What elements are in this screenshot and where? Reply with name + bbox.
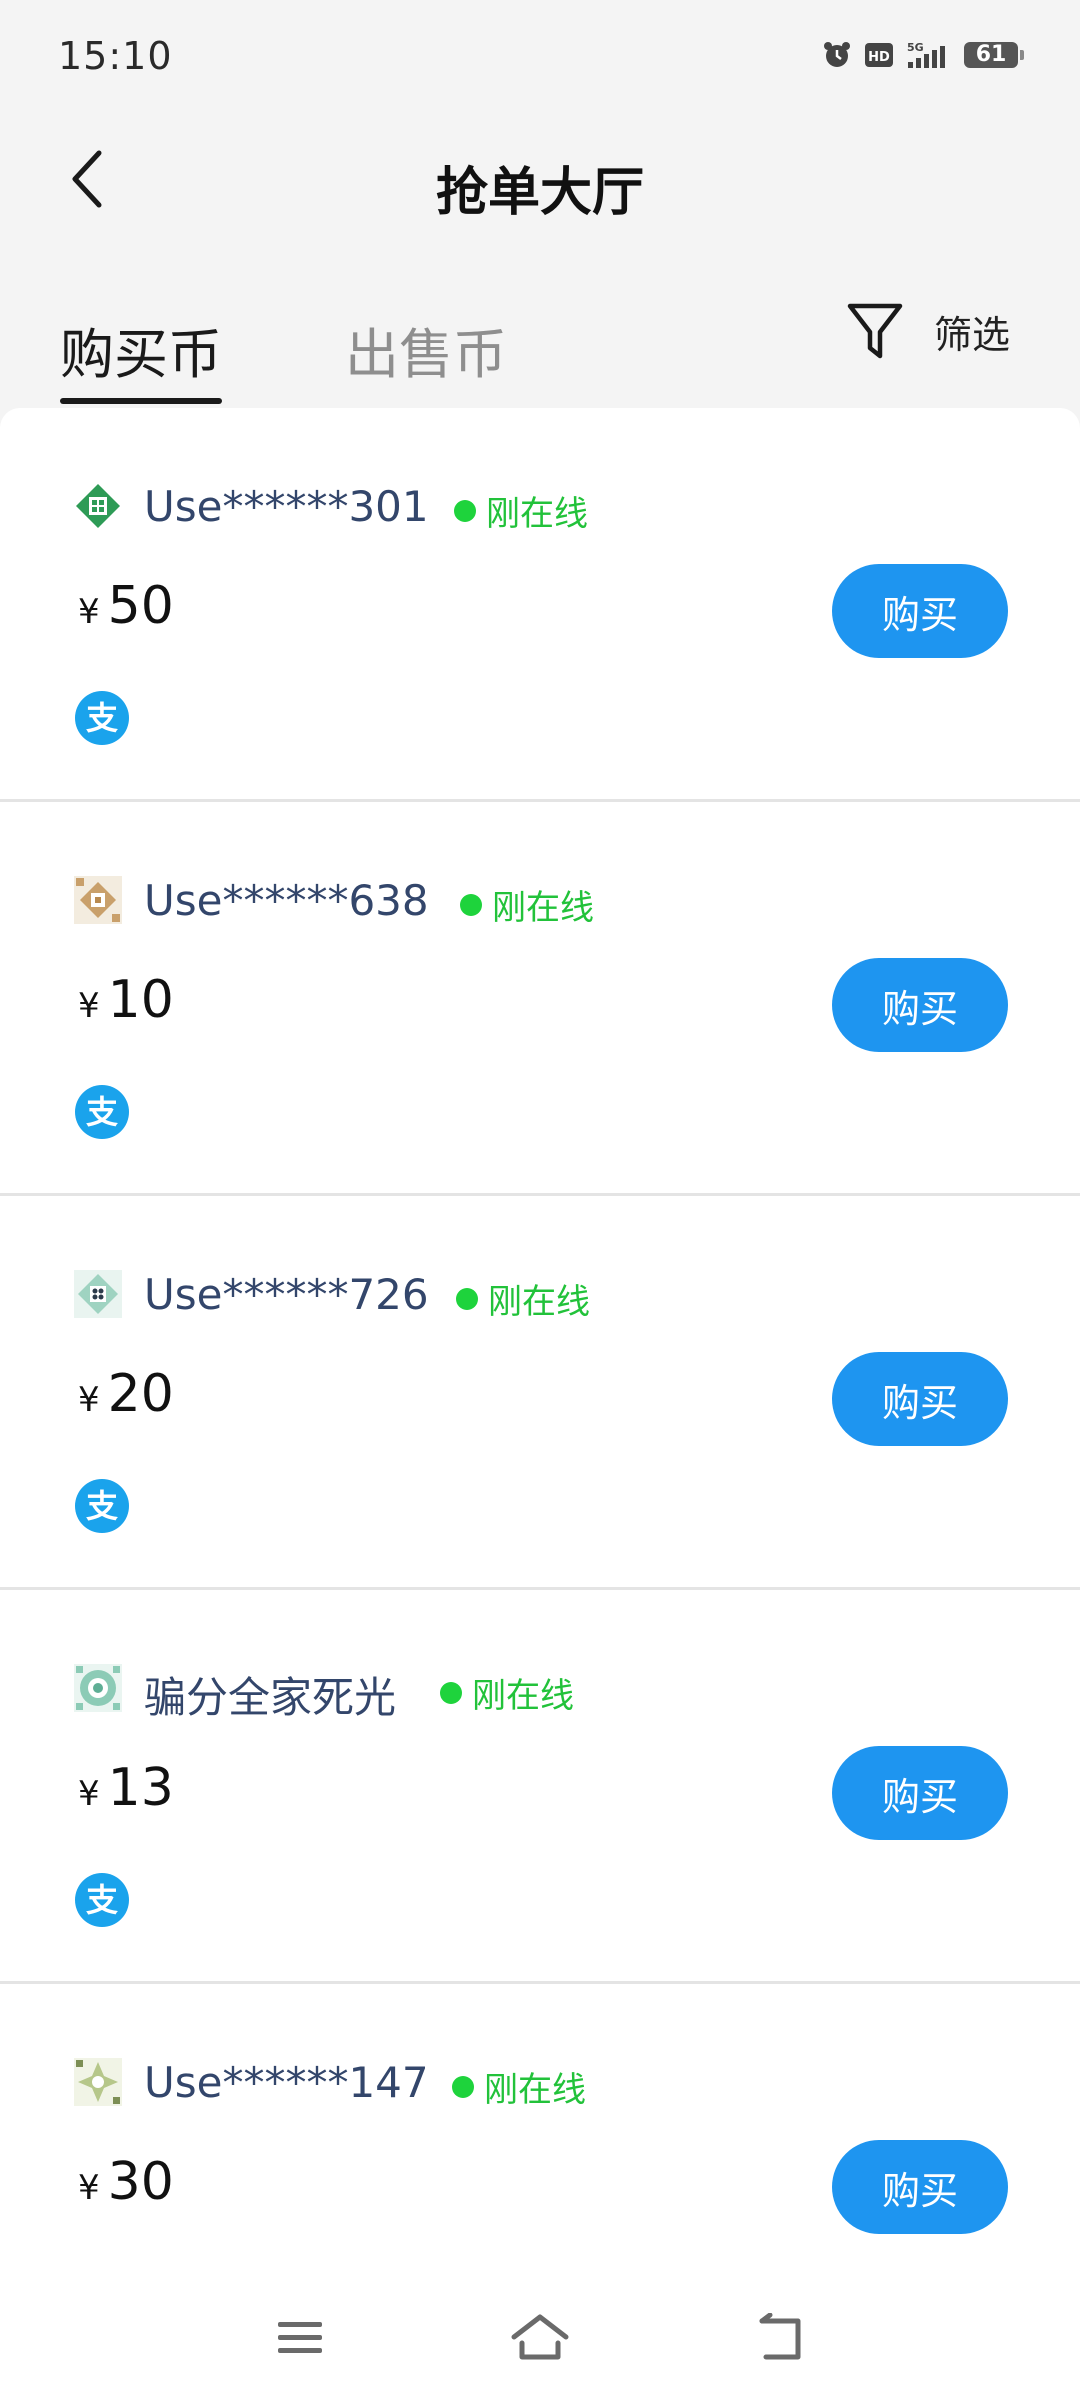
currency-symbol: ¥ [78,986,100,1026]
username: Use******638 [144,876,429,925]
online-status-label: 刚在线 [488,1282,590,1322]
price: ¥ 13 [78,1758,174,1818]
online-dot [454,499,476,522]
alipay-icon: 支 [75,1085,129,1139]
price-amount: 50 [107,576,174,636]
buy-button[interactable]: 购买 [832,1352,1008,1446]
online-status: 刚在线 [460,880,594,929]
battery-indicator: 61 [964,42,1024,68]
alipay-icon: 支 [75,1479,129,1533]
online-status: 刚在线 [452,2062,586,2111]
currency-symbol: ¥ [78,592,100,632]
system-nav-bar [0,2270,1080,2400]
svg-text:HD: HD [868,50,890,65]
order-card: Use******301 刚在线 ¥ 50 支 购买 [0,408,1080,802]
nav-back-button[interactable] [748,2310,812,2366]
order-list: Use******301 刚在线 ¥ 50 支 购买 Use******638 … [0,408,1080,2378]
online-status-label: 刚在线 [484,2070,586,2110]
menu-button[interactable] [268,2310,332,2366]
menu-icon [278,2322,322,2353]
currency-symbol: ¥ [78,1380,100,1420]
online-status: 刚在线 [456,1274,590,1323]
status-bar: 15:10 HD 5G 61 [0,0,1080,110]
svg-text:支: 支 [86,1487,118,1525]
buy-button[interactable]: 购买 [832,1746,1008,1840]
order-card: Use******638 刚在线 ¥ 10 支 购买 [0,802,1080,1196]
svg-text:5G: 5G [907,41,924,54]
status-icons: HD 5G 61 [822,40,1024,70]
hd-icon: HD [864,41,894,69]
price-amount: 10 [107,970,174,1030]
svg-text:支: 支 [86,699,118,737]
online-status: 刚在线 [454,486,588,535]
svg-text:支: 支 [86,1881,118,1919]
online-dot [456,1287,478,1310]
price: ¥ 10 [78,970,174,1030]
avatar [74,2058,122,2106]
alarm-icon [822,40,852,70]
svg-text:支: 支 [86,1093,118,1131]
home-icon [511,2314,569,2360]
username: 骗分全家死光 [144,1673,397,1722]
avatar [74,876,122,924]
avatar [74,1664,122,1712]
online-dot [440,1681,462,1704]
signal-5g-icon: 5G [906,40,952,70]
order-card: 骗分全家死光 刚在线 ¥ 13 支 购买 [0,1590,1080,1984]
tab-bar: 购买币 出售币 筛选 [0,280,1080,410]
online-status-label: 刚在线 [472,1676,574,1716]
active-tab-indicator [60,398,222,404]
username: Use******301 [144,482,429,531]
tab-sell[interactable]: 出售币 [345,310,507,389]
online-status-label: 刚在线 [486,494,588,534]
header: 抢单大厅 [0,110,1080,250]
tab-buy[interactable]: 购买币 [60,310,222,389]
home-button[interactable] [508,2310,572,2366]
username: Use******147 [144,2058,429,2107]
filter-funnel-icon [847,303,903,359]
avatar [74,1270,122,1318]
price-amount: 13 [107,1758,174,1818]
buy-button[interactable]: 购买 [832,564,1008,658]
alipay-icon: 支 [75,1873,129,1927]
price-amount: 30 [107,2152,174,2212]
price: ¥ 20 [78,1364,174,1424]
avatar [76,484,120,528]
back-icon [759,2313,801,2360]
filter-label: 筛选 [933,312,1010,357]
online-status-label: 刚在线 [492,888,594,928]
online-dot [460,893,482,916]
page-title: 抢单大厅 [435,163,644,223]
buy-button[interactable]: 购买 [832,958,1008,1052]
filter-button[interactable]: 筛选 [846,300,1010,362]
price-amount: 20 [107,1364,174,1424]
status-time: 15:10 [58,34,173,78]
price: ¥ 50 [78,576,174,636]
online-status: 刚在线 [440,1668,574,1717]
currency-symbol: ¥ [78,2168,100,2208]
buy-button[interactable]: 购买 [832,2140,1008,2234]
username: Use******726 [144,1270,429,1319]
order-card: Use******726 刚在线 ¥ 20 支 购买 [0,1196,1080,1590]
alipay-icon: 支 [75,691,129,745]
currency-symbol: ¥ [78,1774,100,1814]
online-dot [452,2075,474,2098]
price: ¥ 30 [78,2152,174,2212]
